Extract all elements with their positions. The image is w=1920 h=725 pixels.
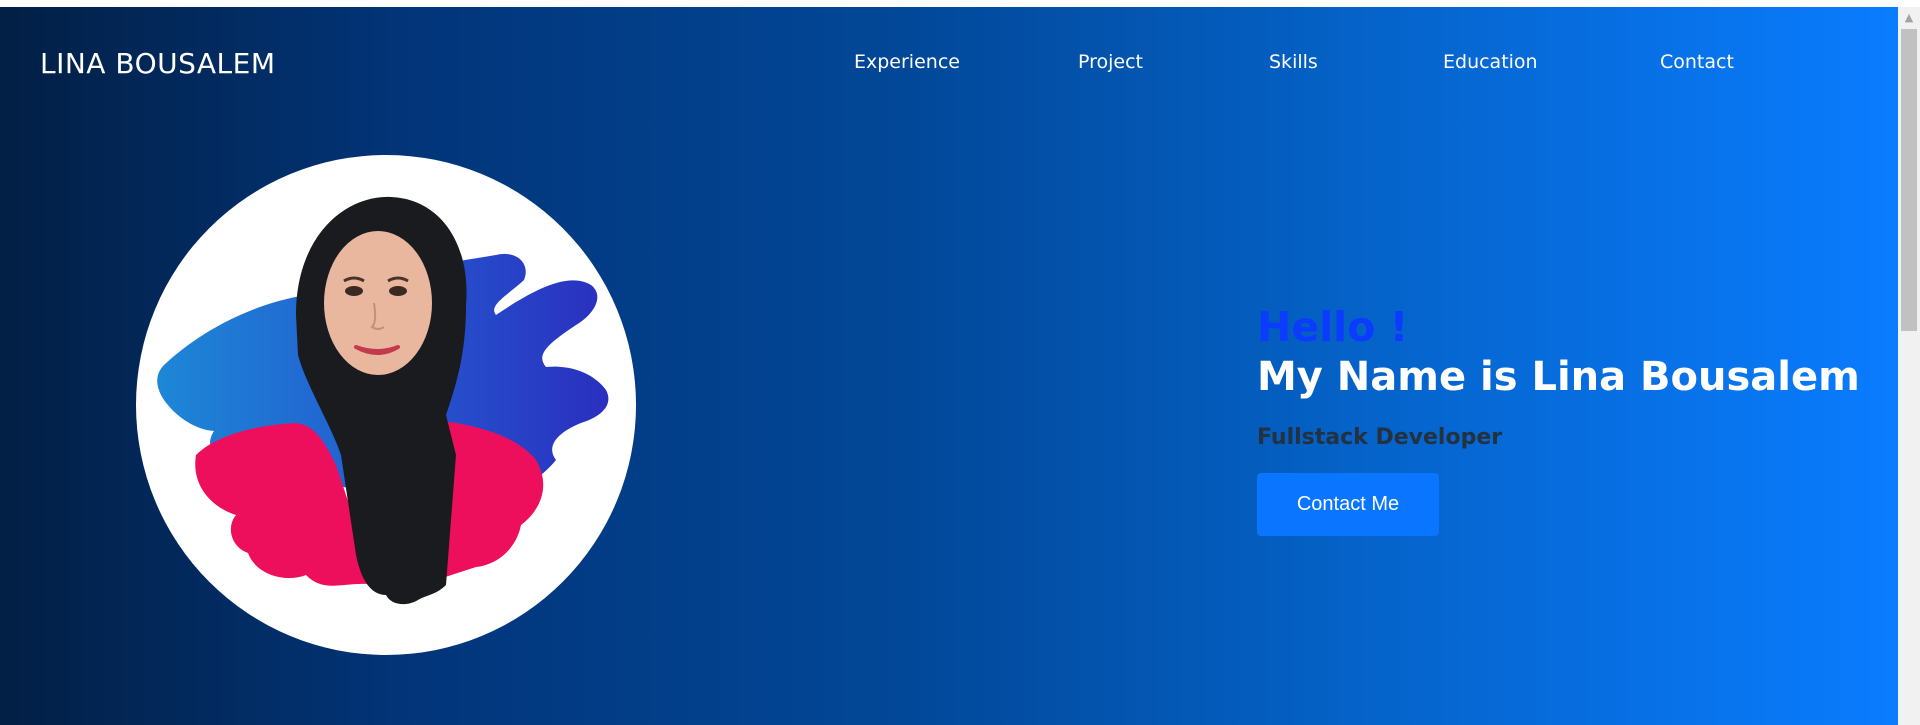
contact-me-button[interactable]: Contact Me — [1257, 473, 1439, 536]
greeting-text: Hello ! — [1257, 303, 1409, 351]
browser-viewport: LINA BOUSALEM Experience Project Skills … — [0, 7, 1920, 725]
profile-photo — [136, 155, 636, 655]
face-shape — [324, 231, 432, 375]
scroll-up-arrow-icon[interactable]: ▲ — [1898, 7, 1920, 27]
hero-section: LINA BOUSALEM Experience Project Skills … — [0, 7, 1898, 725]
scroll-thumb[interactable] — [1901, 29, 1917, 331]
role-subtitle: Fullstack Developer — [1257, 425, 1503, 450]
hero-title: My Name is Lina Bousalem — [1257, 354, 1860, 400]
main-nav: Experience Project Skills Education Cont… — [0, 51, 1898, 81]
page-scrollbar[interactable]: ▲ — [1898, 7, 1920, 725]
profile-illustration — [157, 196, 609, 605]
hero-intro: Hello ! My Name is Lina Bousalem Fullsta… — [1257, 303, 1877, 536]
nav-link-contact[interactable]: Contact — [1660, 51, 1734, 73]
nav-link-skills[interactable]: Skills — [1269, 51, 1318, 73]
nav-link-education[interactable]: Education — [1443, 51, 1538, 73]
nav-link-experience[interactable]: Experience — [854, 51, 960, 73]
nav-link-project[interactable]: Project — [1078, 51, 1143, 73]
